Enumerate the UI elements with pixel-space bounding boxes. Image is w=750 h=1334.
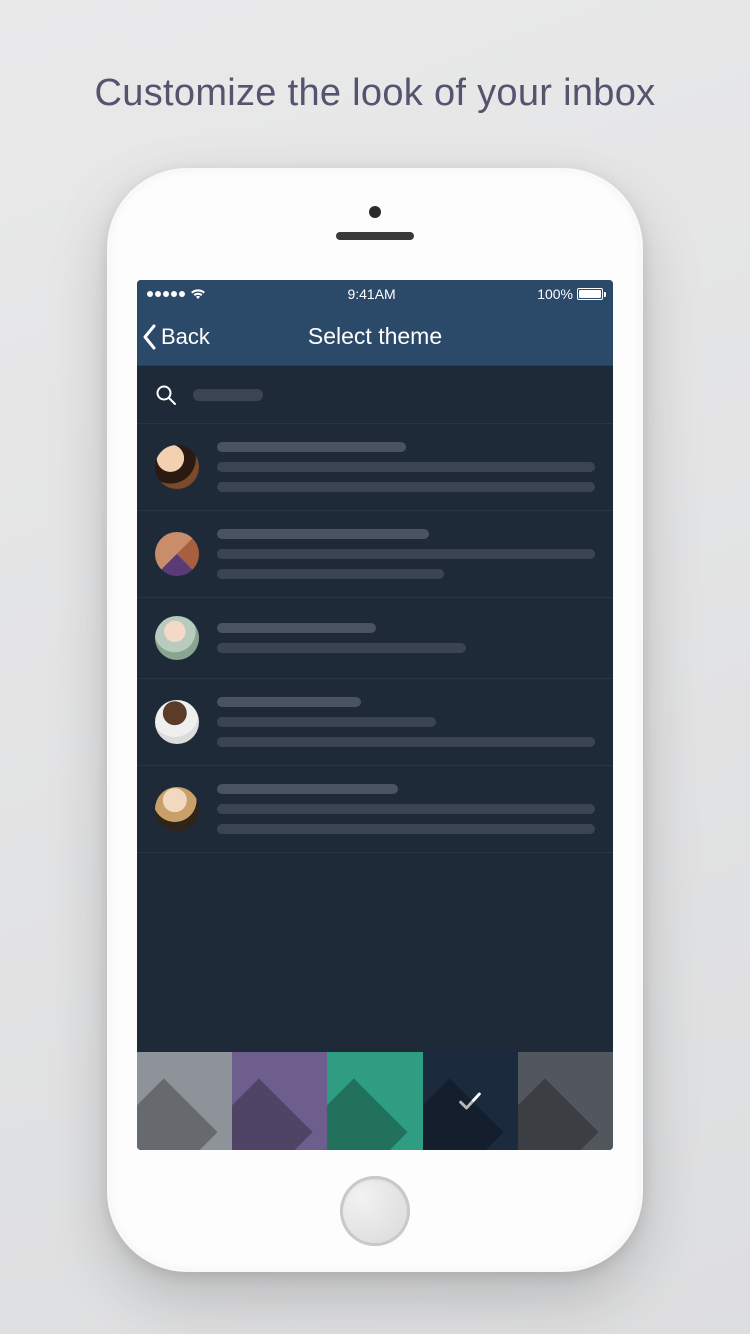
- back-button[interactable]: Back: [137, 308, 218, 365]
- phone-mockup: 9:41AM 100% Back Select theme: [107, 168, 643, 1272]
- avatar: [155, 700, 199, 744]
- skeleton-lines: [217, 442, 595, 492]
- skeleton-line: [217, 717, 436, 727]
- skeleton-title: [217, 529, 429, 539]
- skeleton-lines: [217, 697, 595, 747]
- chevron-left-icon: [141, 323, 159, 351]
- nav-bar: Back Select theme: [137, 308, 613, 366]
- signal-dots-icon: [147, 291, 185, 297]
- search-icon: [155, 384, 177, 406]
- skeleton-line: [217, 804, 595, 814]
- skeleton-line: [217, 569, 444, 579]
- back-label: Back: [161, 324, 210, 350]
- earpiece-slot: [336, 232, 414, 240]
- wifi-icon: [190, 288, 206, 300]
- check-icon: [423, 1052, 518, 1150]
- skeleton-title: [217, 697, 361, 707]
- skeleton-line: [217, 462, 595, 472]
- skeleton-line: [217, 737, 595, 747]
- search-row[interactable]: [137, 366, 613, 424]
- front-camera-dot: [369, 206, 381, 218]
- skeleton-lines: [217, 784, 595, 834]
- battery-percent: 100%: [537, 286, 573, 302]
- theme-picker: [137, 1052, 613, 1150]
- list-item[interactable]: [137, 679, 613, 766]
- marketing-headline: Customize the look of your inbox: [0, 72, 750, 115]
- skeleton-line: [217, 482, 595, 492]
- home-button[interactable]: [340, 1176, 410, 1246]
- skeleton-title: [217, 442, 406, 452]
- skeleton-lines: [217, 529, 595, 579]
- theme-swatch-navy[interactable]: [423, 1052, 518, 1150]
- skeleton-line: [217, 824, 595, 834]
- search-placeholder-skeleton: [193, 389, 263, 401]
- status-time: 9:41AM: [347, 286, 395, 302]
- list-item[interactable]: [137, 766, 613, 853]
- avatar: [155, 787, 199, 831]
- skeleton-title: [217, 623, 376, 633]
- inbox-list-preview: [137, 424, 613, 1052]
- avatar: [155, 532, 199, 576]
- avatar: [155, 445, 199, 489]
- list-item[interactable]: [137, 511, 613, 598]
- theme-swatch-teal[interactable]: [327, 1052, 422, 1150]
- battery-icon: [577, 288, 603, 300]
- screen: 9:41AM 100% Back Select theme: [137, 280, 613, 1150]
- skeleton-title: [217, 784, 398, 794]
- status-right: 100%: [537, 286, 603, 302]
- status-left: [147, 288, 206, 300]
- list-item[interactable]: [137, 424, 613, 511]
- skeleton-line: [217, 643, 466, 653]
- theme-swatch-grey[interactable]: [137, 1052, 232, 1150]
- skeleton-line: [217, 549, 595, 559]
- status-bar: 9:41AM 100%: [137, 280, 613, 308]
- skeleton-lines: [217, 623, 595, 653]
- theme-swatch-slate[interactable]: [518, 1052, 613, 1150]
- avatar: [155, 616, 199, 660]
- list-item[interactable]: [137, 598, 613, 679]
- theme-swatch-purple[interactable]: [232, 1052, 327, 1150]
